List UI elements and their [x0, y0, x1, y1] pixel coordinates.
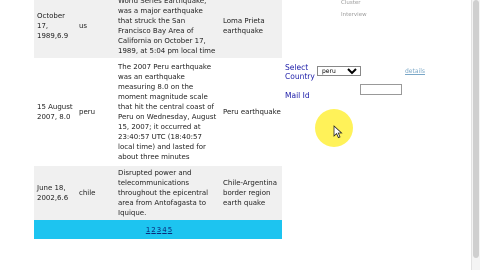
country-cell: peru [76, 58, 115, 166]
page-link-4[interactable]: 4 [162, 226, 166, 234]
description-cell: World Series Earthquake, was a major ear… [115, 0, 220, 58]
page-link-2[interactable]: 2 [151, 226, 155, 234]
vertical-scrollbar[interactable] [471, 0, 480, 270]
name-cell: Peru earthquake [220, 58, 282, 166]
date-cell: June 18, 2002,6.6 [34, 166, 76, 220]
country-cell: us [76, 0, 115, 58]
table-row: October 17, 1989,6.9 us World Series Ear… [34, 0, 282, 58]
mail-id-label: Mail Id [285, 91, 310, 100]
page-link-3[interactable]: 3 [157, 226, 161, 234]
date-cell: 15 August 2007, 8.0 [34, 58, 76, 166]
table-row: 15 August 2007, 8.0 peru The 2007 Peru e… [34, 58, 282, 166]
page-link-5[interactable]: 5 [168, 226, 172, 234]
description-cell: Disrupted power and telecommunications t… [115, 166, 220, 220]
scrollbar-thumb[interactable] [473, 0, 479, 258]
top-links: Cluster Interview [341, 0, 367, 21]
pager: 12345 [34, 220, 282, 239]
country-select[interactable]: peru [317, 66, 361, 76]
mail-id-input[interactable] [360, 84, 402, 95]
mouse-pointer-icon [333, 125, 343, 139]
name-cell: Chile-Argentina border region earth quak… [220, 166, 282, 220]
table-row: June 18, 2002,6.6 chile Disrupted power … [34, 166, 282, 220]
description-cell: The 2007 Peru earthquake was an earthqua… [115, 58, 220, 166]
country-cell: chile [76, 166, 115, 220]
name-cell: Loma Prieta earthquake [220, 0, 282, 58]
page-link-1[interactable]: 1 [146, 226, 150, 234]
date-cell: October 17, 1989,6.9 [34, 0, 76, 58]
earthquake-table: October 17, 1989,6.9 us World Series Ear… [34, 0, 282, 239]
pager-row: 12345 [34, 220, 282, 239]
details-link[interactable]: details [405, 68, 425, 75]
select-country-label: Select Country [285, 63, 315, 81]
cluster-link[interactable]: Cluster [341, 0, 367, 9]
interview-link[interactable]: Interview [341, 9, 367, 21]
